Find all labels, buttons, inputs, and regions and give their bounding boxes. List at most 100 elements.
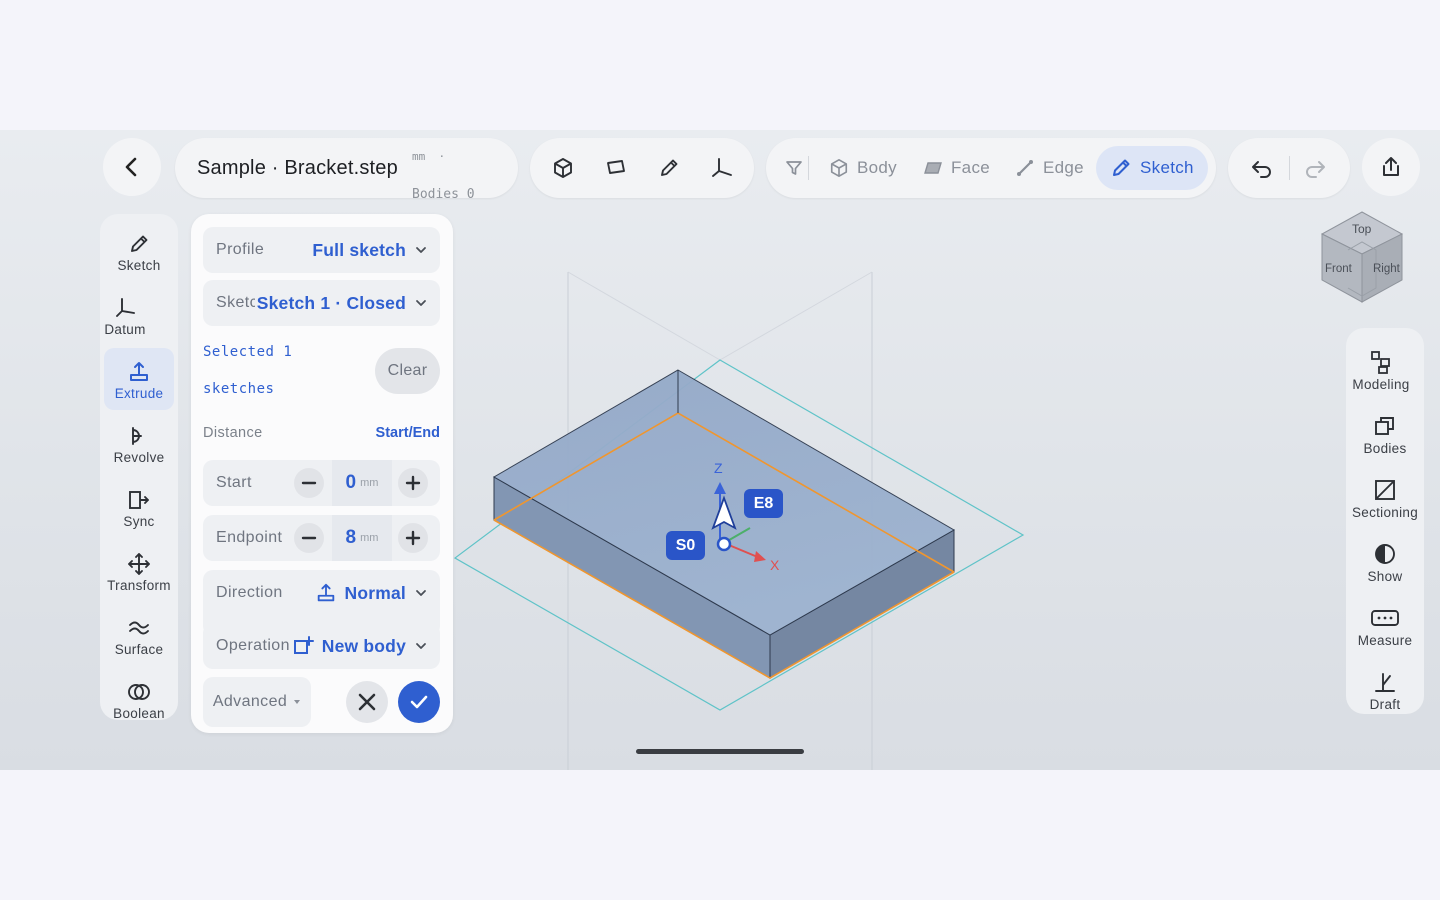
- minus-icon: [301, 536, 317, 540]
- advanced-button[interactable]: Advanced: [203, 677, 311, 727]
- view-sketch-button[interactable]: [653, 152, 685, 184]
- file-name: Sample · Bracket.step: [197, 157, 398, 179]
- modeling-icon: [1371, 350, 1390, 374]
- view-cube-right-label: Right: [1373, 263, 1400, 275]
- endpoint-distance-field: Endpoint 8 mm: [203, 515, 440, 561]
- start-label: Start: [216, 474, 252, 491]
- undo-button[interactable]: [1246, 152, 1278, 184]
- start-value: 0: [345, 472, 357, 493]
- start-decrement-button[interactable]: [294, 468, 324, 498]
- right-tool-modeling[interactable]: Modeling: [1342, 338, 1420, 400]
- tool-extrude[interactable]: Extrude: [104, 348, 174, 410]
- draft-icon: [1375, 672, 1395, 692]
- datum-axes-icon: [712, 158, 732, 177]
- start-distance-tag[interactable]: S0: [666, 531, 705, 560]
- view-datum-button[interactable]: [706, 152, 738, 184]
- plus-icon: [405, 475, 421, 491]
- history-divider: [1289, 156, 1290, 180]
- filter-icon: [786, 161, 802, 175]
- chevron-down-icon: [416, 300, 426, 306]
- pencil-icon: [1113, 159, 1130, 176]
- right-tool-bodies[interactable]: Bodies: [1346, 402, 1424, 464]
- extrude-origin-handle[interactable]: [716, 536, 732, 552]
- left-tool-rail: Sketch Datum Extrude Revolve Sync Transf…: [100, 214, 178, 720]
- clear-selection-button[interactable]: Clear: [375, 348, 440, 394]
- tool-transform[interactable]: Transform: [104, 540, 174, 602]
- end-distance-tag[interactable]: E8: [744, 489, 783, 518]
- endpoint-increment-button[interactable]: [398, 523, 428, 553]
- chevron-down-icon: [416, 590, 426, 596]
- redo-button[interactable]: [1299, 152, 1331, 184]
- tool-boolean[interactable]: Boolean: [104, 668, 174, 720]
- tool-extrude-label: Extrude: [114, 385, 164, 401]
- redo-icon: [1306, 161, 1325, 178]
- tool-datum-label: Datum: [104, 321, 146, 337]
- z-axis-label: Z: [714, 460, 723, 476]
- start-increment-button[interactable]: [398, 468, 428, 498]
- construction-line: [719, 271, 873, 361]
- distance-label: Distance: [203, 425, 263, 441]
- tool-sketch-label: Sketch: [117, 257, 161, 273]
- right-tool-show[interactable]: Show: [1346, 530, 1424, 592]
- filter-button[interactable]: [778, 152, 810, 184]
- right-tool-measure-label: Measure: [1357, 632, 1413, 648]
- minus-icon: [301, 481, 317, 485]
- move-arrows-icon: [128, 552, 150, 575]
- tool-surface[interactable]: Surface: [104, 604, 174, 666]
- operation-select[interactable]: Operation New body: [203, 623, 440, 669]
- history-pill: [1228, 138, 1350, 198]
- right-tool-measure[interactable]: Measure: [1346, 594, 1424, 656]
- confirm-button[interactable]: [398, 681, 440, 723]
- share-icon: [1383, 157, 1399, 176]
- selected-count-line2: sketches: [203, 381, 275, 397]
- right-tool-draft[interactable]: Draft: [1346, 658, 1424, 720]
- cancel-button[interactable]: [346, 681, 388, 723]
- sketch-select[interactable]: Sketch Sketch 1 · Closed: [203, 280, 440, 326]
- measure-icon: [1371, 609, 1399, 626]
- extrude-normal-icon: [317, 583, 334, 602]
- distance-mode-link[interactable]: Start/End: [376, 425, 440, 441]
- boolean-icon: [128, 683, 150, 700]
- start-value-input[interactable]: 0 mm: [332, 460, 392, 506]
- new-body-icon: [293, 636, 314, 654]
- units-meta: mm ·: [412, 150, 446, 163]
- app-viewport-area: Z X S0 E8 Sample · Bracket.step mm · Bod…: [0, 130, 1440, 770]
- share-button[interactable]: [1362, 138, 1420, 196]
- profile-label: Profile: [216, 241, 265, 258]
- datum-axes-icon: [116, 297, 135, 317]
- filter-face[interactable]: Face: [923, 146, 990, 190]
- endpoint-label: Endpoint: [216, 529, 283, 546]
- endpoint-unit: mm: [360, 532, 379, 544]
- file-title-pill[interactable]: Sample · Bracket.step mm · Bodies 0: [175, 138, 518, 198]
- chevron-down-icon: [416, 247, 426, 253]
- chevron-down-icon: [416, 643, 426, 649]
- view-plane-button[interactable]: [600, 152, 632, 184]
- bodies-icon: [1375, 416, 1394, 435]
- operation-value: New body: [321, 635, 406, 656]
- endpoint-decrement-button[interactable]: [294, 523, 324, 553]
- tool-sync-label: Sync: [123, 513, 155, 529]
- right-tool-sectioning[interactable]: Sectioning: [1346, 466, 1424, 528]
- tool-surface-label: Surface: [114, 641, 164, 657]
- tool-transform-label: Transform: [107, 577, 171, 593]
- endpoint-value: 8: [345, 527, 357, 548]
- tool-sync[interactable]: Sync: [104, 476, 174, 538]
- sync-icon: [129, 490, 149, 509]
- back-button[interactable]: [103, 138, 161, 196]
- show-icon: [1375, 543, 1395, 564]
- plane-icon: [607, 160, 625, 174]
- tool-revolve[interactable]: Revolve: [104, 412, 174, 474]
- filter-body[interactable]: Body: [829, 146, 897, 190]
- filter-face-label: Face: [951, 158, 990, 177]
- x-axis-label: X: [770, 557, 780, 573]
- tool-sketch[interactable]: Sketch: [104, 220, 174, 282]
- tool-datum[interactable]: Datum: [100, 284, 160, 346]
- direction-select[interactable]: Direction Normal: [203, 570, 440, 616]
- profile-select[interactable]: Profile Full sketch: [203, 227, 440, 273]
- view-3d-button[interactable]: [547, 152, 579, 184]
- cube-icon: [830, 159, 848, 177]
- filter-sketch[interactable]: Sketch: [1096, 146, 1208, 190]
- endpoint-value-input[interactable]: 8 mm: [332, 515, 392, 561]
- filter-edge[interactable]: Edge: [1015, 146, 1084, 190]
- direction-label: Direction: [216, 584, 283, 601]
